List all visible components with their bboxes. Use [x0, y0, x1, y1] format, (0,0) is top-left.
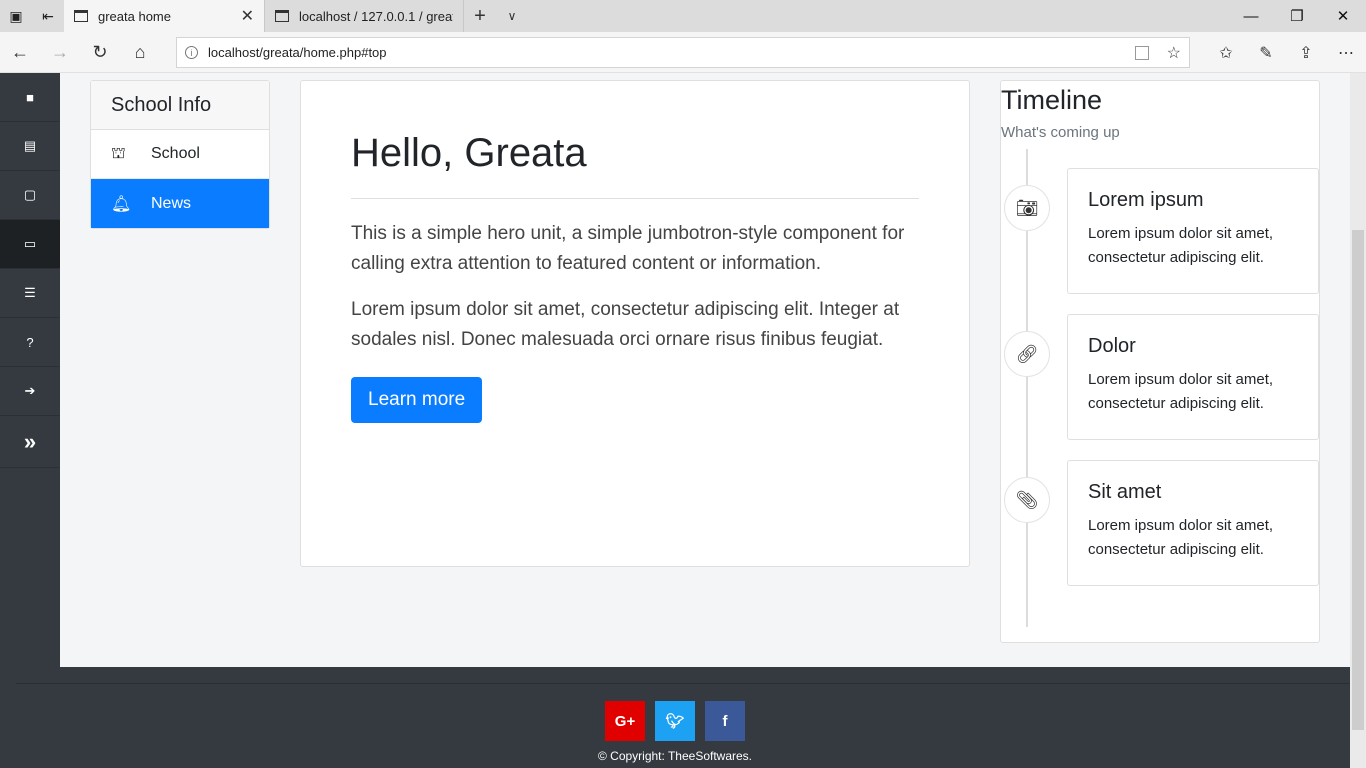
timeline-item-text: Lorem ipsum dolor sit amet, consectetur …: [1088, 371, 1274, 412]
set-aside-tabs-icon[interactable]: ⇤: [32, 0, 64, 32]
url-text: localhost/greata/home.php#top: [208, 45, 387, 60]
window-controls: — ❐ ✕: [1228, 0, 1366, 32]
camera-icon: 📷︎: [1004, 185, 1050, 231]
timeline-item: Sit amet Lorem ipsum dolor sit amet, con…: [1067, 460, 1319, 586]
hero-paragraph: Lorem ipsum dolor sit amet, consectetur …: [351, 299, 900, 350]
footer: G+ 🐦︎ f © Copyright: TheeSoftwares.: [0, 667, 1350, 768]
twitter-icon: 🐦︎: [665, 713, 685, 730]
toolbar-right: ✩ ✎ ⇪ ⋯: [1206, 32, 1366, 73]
timeline-card: Timeline What's coming up 📷︎ Lorem ipsum…: [1000, 80, 1320, 643]
chevron-down-icon[interactable]: ∨: [496, 0, 528, 32]
favorites-icon[interactable]: ✩: [1206, 32, 1246, 73]
tab-phpmyadmin[interactable]: localhost / 127.0.0.1 / great: [264, 0, 464, 32]
copyright-text: © Copyright: TheeSoftwares.: [597, 749, 753, 763]
browser-tab-bar: ▣ ⇤ greata home ✕ localhost / 127.0.0.1 …: [0, 0, 1366, 32]
hero-divider: [351, 198, 919, 199]
calendar-icon[interactable]: ▢: [0, 171, 60, 220]
more-icon[interactable]: ⋯: [1326, 32, 1366, 73]
sidebar: ■ ▤ ▢ ▭ ☰ ? ➔ »: [0, 73, 60, 768]
footer-divider: [16, 683, 1350, 684]
school-info-item-label: News: [151, 194, 192, 212]
restore-icon[interactable]: ❐: [1274, 0, 1320, 32]
list-icon[interactable]: ☰: [0, 269, 60, 318]
comment-icon[interactable]: ▭: [0, 220, 60, 269]
timeline-item-text: Lorem ipsum dolor sit amet, consectetur …: [1088, 517, 1274, 558]
share-icon[interactable]: ⇪: [1286, 32, 1326, 73]
school-info-card: School Info ⛫ School 🔔︎ News: [90, 80, 270, 229]
refresh-icon[interactable]: ↻: [80, 32, 120, 72]
tab-title: greata home: [98, 8, 171, 24]
pen-icon[interactable]: ✎: [1246, 32, 1286, 73]
tab-greata-home[interactable]: greata home ✕: [64, 0, 264, 32]
scrollbar[interactable]: [1350, 73, 1366, 768]
double-chevron-right-icon[interactable]: »: [0, 416, 60, 468]
timeline-item-text: Lorem ipsum dolor sit amet, consectetur …: [1088, 225, 1274, 266]
timeline-title: Timeline: [1001, 85, 1103, 115]
address-bar: ← → ↻ ⌂ i localhost/greata/home.php#top …: [0, 32, 1366, 73]
timeline-subtitle: What's coming up: [1001, 124, 1120, 141]
info-icon[interactable]: i: [185, 46, 198, 59]
url-input[interactable]: i localhost/greata/home.php#top ☆: [176, 37, 1190, 68]
twitter-button[interactable]: 🐦︎: [655, 701, 695, 741]
back-icon[interactable]: ←: [0, 32, 40, 72]
tab-title: localhost / 127.0.0.1 / great: [299, 8, 453, 24]
new-tab-icon[interactable]: +: [464, 0, 496, 32]
tab-manager-icon[interactable]: ▣: [0, 0, 32, 32]
hero-jumbotron: Hello, Greata This is a simple hero unit…: [300, 80, 970, 567]
school-info-item-news[interactable]: 🔔︎ News: [91, 179, 269, 228]
learn-more-button[interactable]: Learn more: [351, 377, 483, 423]
favorite-star-icon[interactable]: ☆: [1167, 43, 1181, 63]
social-links: G+ 🐦︎ f: [605, 701, 745, 741]
document-icon[interactable]: ▤: [0, 122, 60, 171]
scrollbar-thumb[interactable]: [1352, 230, 1364, 730]
sign-out-icon[interactable]: ➔: [0, 367, 60, 416]
paperclip-icon: 📎︎: [1004, 477, 1050, 523]
reading-view-icon[interactable]: [1134, 45, 1149, 60]
timeline-item: Dolor Lorem ipsum dolor sit amet, consec…: [1067, 314, 1319, 440]
forward-icon[interactable]: →: [40, 32, 80, 72]
timeline-item-title: Lorem ipsum: [1088, 189, 1204, 211]
hero-paragraph: This is a simple hero unit, a simple jum…: [351, 223, 905, 274]
school-info-title: School Info: [91, 81, 269, 130]
page-icon: [275, 10, 289, 22]
google-plus-button[interactable]: G+: [605, 701, 645, 741]
hero-heading: Hello, Greata: [351, 131, 587, 175]
minimize-icon[interactable]: —: [1228, 0, 1274, 32]
close-window-icon[interactable]: ✕: [1320, 0, 1366, 32]
home-icon[interactable]: ⌂: [120, 32, 160, 72]
school-info-item-label: School: [151, 145, 200, 162]
school-icon: ⛫: [111, 145, 126, 162]
school-info-item-school[interactable]: ⛫ School: [91, 130, 269, 179]
close-icon[interactable]: ✕: [241, 6, 254, 26]
link-icon: 🔗︎: [1004, 331, 1050, 377]
bell-icon: 🔔︎: [111, 195, 132, 213]
page-viewport: ■ ▤ ▢ ▭ ☰ ? ➔ » School Info ⛫ School 🔔︎ …: [0, 73, 1366, 768]
briefcase-icon[interactable]: ■: [0, 73, 60, 122]
timeline-item-title: Sit amet: [1088, 481, 1162, 503]
timeline-item: Lorem ipsum Lorem ipsum dolor sit amet, …: [1067, 168, 1319, 294]
page-icon: [74, 10, 88, 22]
question-icon[interactable]: ?: [0, 318, 60, 367]
facebook-button[interactable]: f: [705, 701, 745, 741]
timeline-item-title: Dolor: [1088, 335, 1136, 357]
